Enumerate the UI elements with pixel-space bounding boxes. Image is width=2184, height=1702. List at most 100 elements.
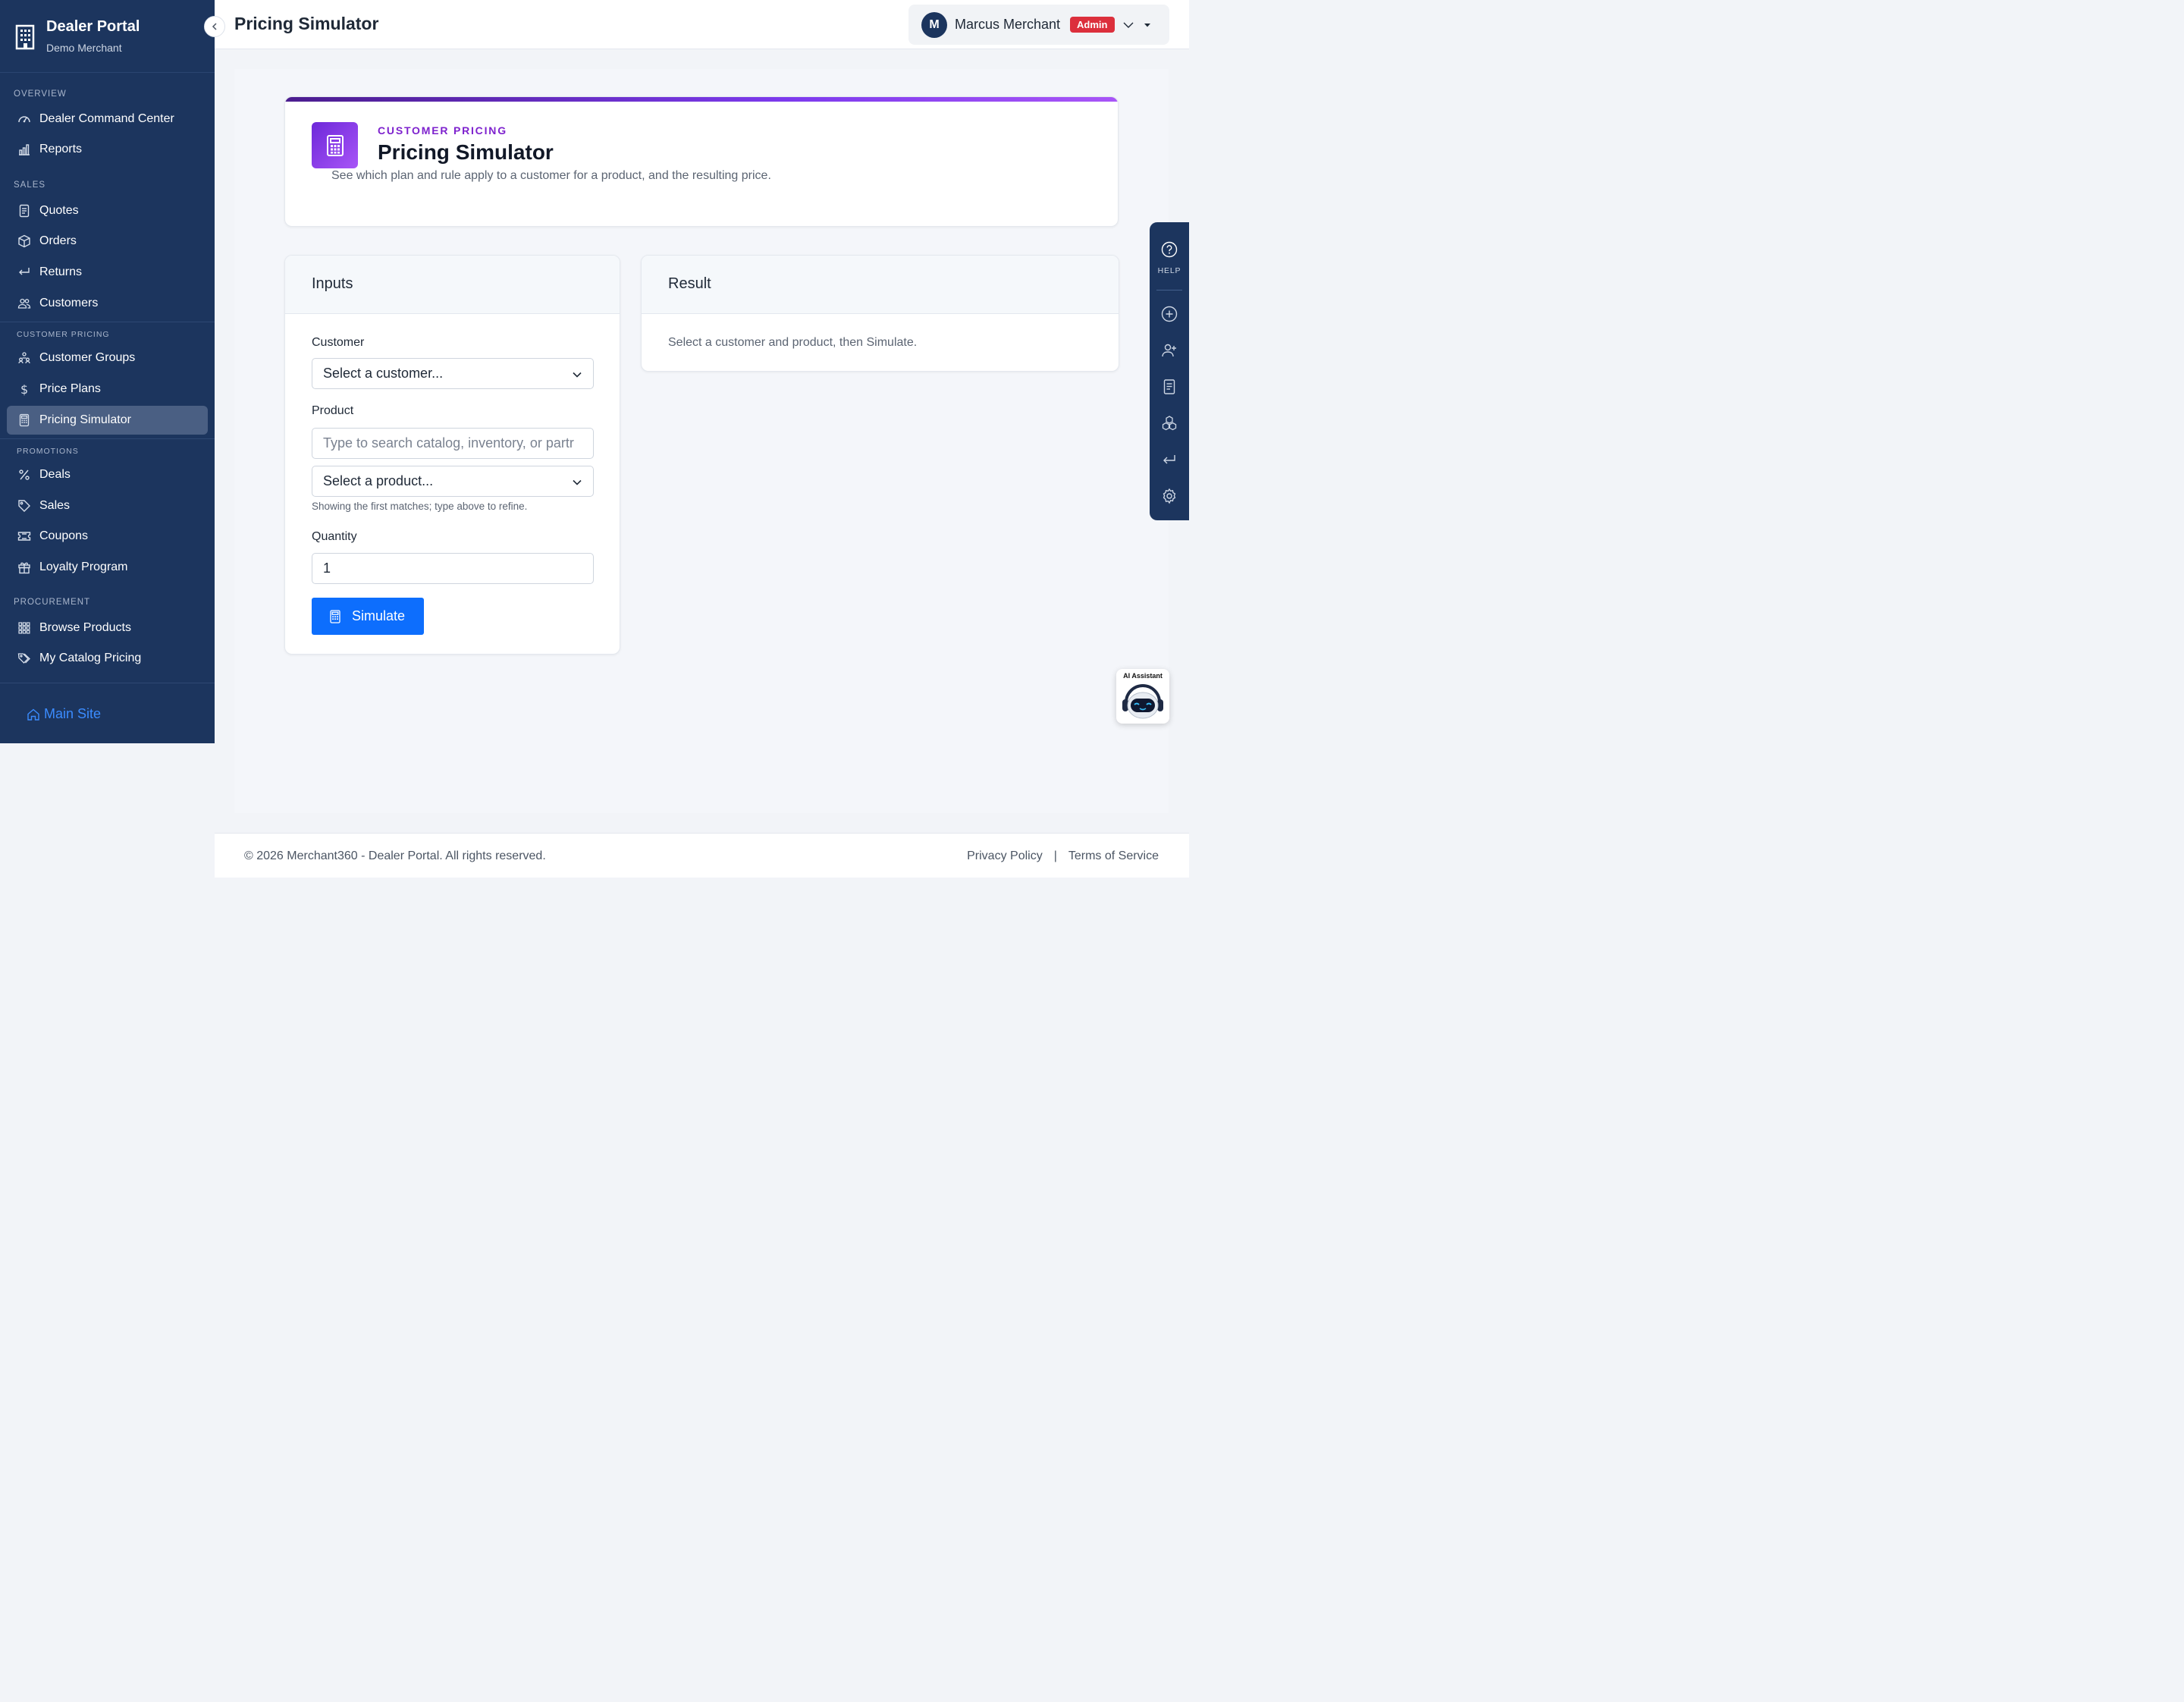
- sidebar-item-price-plans[interactable]: $ Price Plans: [7, 375, 208, 404]
- document-icon: [19, 204, 30, 218]
- role-badge: Admin: [1070, 17, 1115, 33]
- top-bar: Pricing Simulator M Marcus Merchant Admi…: [215, 0, 1189, 49]
- help-label: HELP: [1157, 266, 1181, 275]
- section-label-customer-pricing: Customer Pricing: [17, 330, 110, 339]
- sidebar-item-quotes[interactable]: Quotes: [7, 196, 208, 225]
- avatar: M: [921, 11, 947, 38]
- sidebar-item-label: Customer Groups: [39, 351, 136, 364]
- hero-accent-bar: [285, 97, 1118, 102]
- section-label-procurement: Procurement: [14, 598, 91, 607]
- sidebar-item-reports[interactable]: Reports: [7, 135, 208, 164]
- sidebar-item-label: Orders: [39, 234, 77, 247]
- ai-assistant-button[interactable]: AI Assistant: [1116, 669, 1169, 724]
- sidebar-item-customers[interactable]: Customers: [7, 289, 208, 318]
- sidebar-item-returns[interactable]: Returns: [7, 258, 208, 287]
- chevron-down-icon: [1123, 22, 1133, 28]
- chevron-down-icon: [573, 479, 582, 485]
- copyright-text: © 2026 Merchant360 - Dealer Portal. All …: [244, 849, 546, 862]
- page-title: Pricing Simulator: [234, 14, 379, 33]
- add-user-icon[interactable]: [1161, 342, 1178, 359]
- divider: [0, 438, 215, 439]
- product-hint: Showing the first matches; type above to…: [312, 501, 528, 512]
- boxes-icon[interactable]: [1161, 415, 1178, 432]
- sidebar-item-sales[interactable]: Sales: [7, 491, 208, 520]
- product-select[interactable]: Select a product...: [312, 466, 594, 497]
- section-label-overview: Overview: [14, 89, 67, 99]
- sidebar-item-label: My Catalog Pricing: [39, 652, 142, 664]
- sidebar-item-label: Dealer Command Center: [39, 112, 174, 125]
- quantity-label: Quantity: [312, 530, 357, 543]
- result-empty-text: Select a customer and product, then Simu…: [668, 336, 918, 349]
- customer-label: Customer: [312, 336, 365, 349]
- collapse-sidebar-button[interactable]: [204, 16, 225, 37]
- user-name: Marcus Merchant: [955, 17, 1061, 32]
- sidebar-item-loyalty-program[interactable]: Loyalty Program: [7, 553, 208, 582]
- sidebar-item-pricing-simulator[interactable]: Pricing Simulator: [7, 406, 208, 435]
- footer-links: Privacy Policy | Terms of Service: [967, 849, 1159, 863]
- main-site-link[interactable]: Main Site: [27, 706, 101, 722]
- sidebar-item-label: Customers: [39, 297, 99, 309]
- sidebar-item-label: Coupons: [39, 529, 89, 542]
- sidebar-item-my-catalog-pricing[interactable]: My Catalog Pricing: [7, 644, 208, 673]
- terms-of-service-link[interactable]: Terms of Service: [1068, 849, 1159, 863]
- privacy-policy-link[interactable]: Privacy Policy: [967, 849, 1043, 863]
- percent-icon: [19, 469, 30, 480]
- sidebar-item-label: Price Plans: [39, 382, 101, 395]
- sidebar-item-customer-groups[interactable]: Customer Groups: [7, 344, 208, 372]
- product-label: Product: [312, 404, 354, 417]
- brand: Dealer Portal Demo Merchant: [0, 0, 215, 73]
- product-select-value: Select a product...: [323, 473, 434, 488]
- brand-subtitle: Demo Merchant: [46, 42, 122, 54]
- inputs-heading: Inputs: [285, 256, 620, 314]
- bar-chart-icon: [19, 144, 30, 155]
- sidebar-item-label: Returns: [39, 265, 83, 278]
- sidebar-item-label: Reports: [39, 143, 83, 155]
- home-icon: [27, 708, 39, 721]
- caret-down-icon: [1144, 23, 1150, 27]
- calculator-icon: [312, 122, 358, 168]
- chevron-left-icon: [212, 23, 217, 30]
- section-label-sales: Sales: [14, 181, 46, 190]
- user-menu[interactable]: M Marcus Merchant Admin: [908, 5, 1169, 45]
- people-icon: [17, 298, 31, 309]
- sidebar-item-orders[interactable]: Orders: [7, 227, 208, 256]
- brand-title: Dealer Portal: [46, 18, 140, 35]
- svg-text:$: $: [20, 382, 28, 396]
- help-rail: HELP: [1150, 222, 1189, 520]
- sidebar: Dealer Portal Demo Merchant Overview Dea…: [0, 0, 215, 743]
- quantity-input[interactable]: 1: [312, 553, 594, 584]
- help-icon[interactable]: [1161, 241, 1178, 258]
- grid-icon: [18, 622, 30, 634]
- robot-icon: [1122, 684, 1163, 719]
- gift-icon: [18, 562, 30, 574]
- calculator-icon: [330, 609, 340, 623]
- simulate-label: Simulate: [352, 608, 406, 623]
- main-content: CUSTOMER PRICING Pricing Simulator See w…: [234, 69, 1169, 813]
- return-arrow-icon[interactable]: [1161, 451, 1178, 468]
- document-icon[interactable]: [1161, 378, 1178, 395]
- gauge-icon: [18, 116, 30, 123]
- tags-icon: [17, 653, 30, 664]
- main-site-label: Main Site: [44, 706, 102, 721]
- add-circle-icon[interactable]: [1161, 306, 1178, 322]
- section-label-promotions: Promotions: [17, 447, 79, 456]
- ai-assistant-label: AI Assistant: [1123, 672, 1163, 680]
- customer-select[interactable]: Select a customer...: [312, 358, 594, 389]
- building-icon: [15, 24, 35, 50]
- dollar-icon: $: [20, 382, 28, 396]
- sidebar-item-label: Browse Products: [39, 621, 131, 634]
- quantity-value: 1: [323, 561, 331, 576]
- gear-icon[interactable]: [1161, 488, 1178, 504]
- hero-title: Pricing Simulator: [378, 140, 554, 164]
- return-arrow-icon: [19, 268, 30, 275]
- hero-eyebrow: CUSTOMER PRICING: [378, 124, 507, 137]
- product-search-input[interactable]: Type to search catalog, inventory, or pa…: [312, 428, 594, 459]
- sidebar-item-deals[interactable]: Deals: [7, 460, 208, 489]
- hero-description: See which plan and rule apply to a custo…: [331, 169, 771, 182]
- sidebar-item-browse-products[interactable]: Browse Products: [7, 614, 208, 642]
- result-card: Result Select a customer and product, th…: [641, 255, 1119, 372]
- sidebar-item-dealer-command-center[interactable]: Dealer Command Center: [7, 105, 208, 133]
- simulate-button[interactable]: Simulate: [312, 598, 424, 635]
- sidebar-item-coupons[interactable]: Coupons: [7, 522, 208, 551]
- tag-icon: [18, 500, 30, 512]
